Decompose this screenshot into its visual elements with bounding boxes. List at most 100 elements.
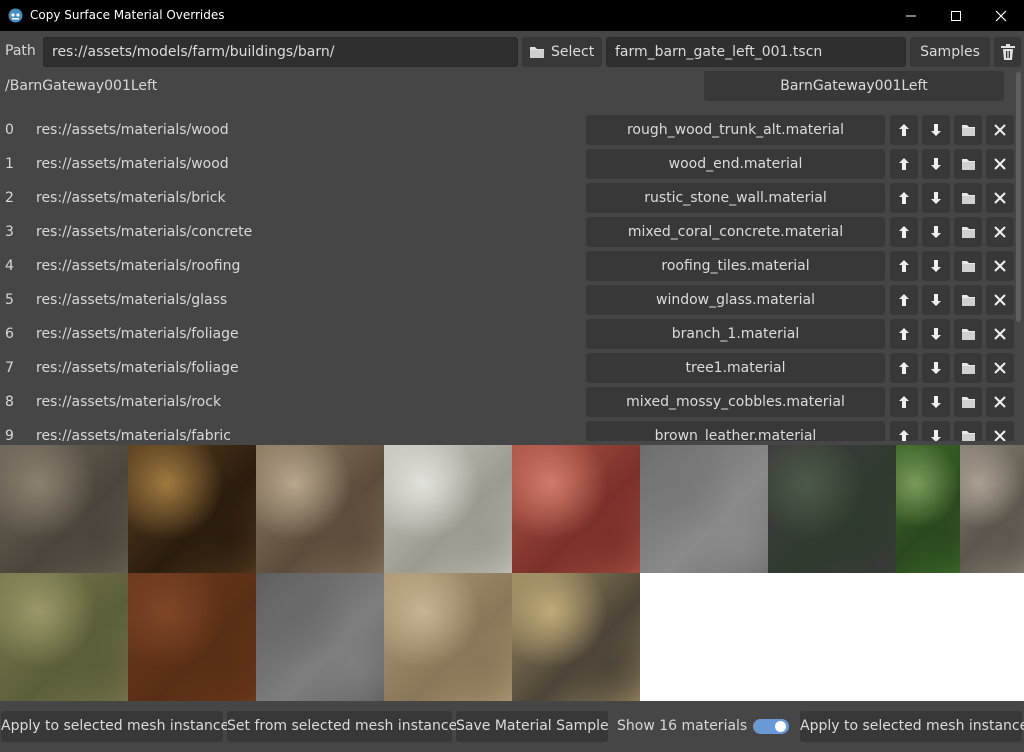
surface-index: 2 xyxy=(5,190,14,206)
apply-to-selected-mesh-button[interactable]: Apply to selected mesh instance xyxy=(1,711,229,742)
browse-material-button[interactable] xyxy=(954,183,982,213)
move-up-button[interactable] xyxy=(890,251,918,281)
mossy-ground-swatch[interactable] xyxy=(0,573,128,701)
node-path-label: /BarnGateway001Left xyxy=(5,78,158,94)
surface-index: 5 xyxy=(5,292,14,308)
yellow-brick-swatch[interactable] xyxy=(512,573,640,701)
material-row: 2 res://assets/materials/brick rustic_ston… xyxy=(0,181,1015,215)
clear-material-button[interactable] xyxy=(986,319,1014,349)
move-up-button[interactable] xyxy=(890,217,918,247)
select-button-label: Select xyxy=(551,44,595,60)
browse-material-button[interactable] xyxy=(954,149,982,179)
clear-material-button[interactable] xyxy=(986,183,1014,213)
material-row: 0 res://assets/materials/wood rough_wood_t… xyxy=(0,113,1015,147)
browse-material-button[interactable] xyxy=(954,387,982,417)
material-button[interactable]: window_glass.material xyxy=(586,285,885,315)
browse-material-button[interactable] xyxy=(954,115,982,145)
clear-material-button[interactable] xyxy=(986,217,1014,247)
material-folder-path: res://assets/materials/foliage xyxy=(36,326,239,342)
material-folder-path: res://assets/materials/wood xyxy=(36,156,229,172)
node-button[interactable]: BarnGateway001Left xyxy=(704,71,1004,101)
move-up-button[interactable] xyxy=(890,149,918,179)
clear-material-button[interactable] xyxy=(986,387,1014,417)
material-swatch-grid xyxy=(0,445,1024,701)
clear-material-button[interactable] xyxy=(986,115,1014,145)
move-up-button[interactable] xyxy=(890,115,918,145)
material-button[interactable]: wood_end.material xyxy=(586,149,885,179)
browse-material-button[interactable] xyxy=(954,251,982,281)
move-down-button[interactable] xyxy=(922,421,950,441)
material-folder-path: res://assets/materials/rock xyxy=(36,394,222,410)
stone-wall-swatch[interactable] xyxy=(256,445,384,573)
browse-material-button[interactable] xyxy=(954,353,982,383)
tree-foliage-swatch[interactable] xyxy=(896,445,960,573)
surface-index: 4 xyxy=(5,258,14,274)
clear-material-button[interactable] xyxy=(986,353,1014,383)
surface-index: 8 xyxy=(5,394,14,410)
material-row: 8 res://assets/materials/rock mixed_mossy_… xyxy=(0,385,1015,419)
move-up-button[interactable] xyxy=(890,387,918,417)
browse-material-button[interactable] xyxy=(954,285,982,315)
move-down-button[interactable] xyxy=(922,319,950,349)
close-window-button[interactable] xyxy=(978,0,1024,31)
material-button[interactable]: mixed_coral_concrete.material xyxy=(586,217,885,247)
move-down-button[interactable] xyxy=(922,149,950,179)
weathered-wood-swatch[interactable] xyxy=(0,445,128,573)
move-up-button[interactable] xyxy=(890,319,918,349)
move-down-button[interactable] xyxy=(922,115,950,145)
surface-index: 3 xyxy=(5,224,14,240)
surface-index: 7 xyxy=(5,360,14,376)
coral-concrete-swatch[interactable] xyxy=(384,445,512,573)
move-down-button[interactable] xyxy=(922,217,950,247)
trash-icon xyxy=(1001,44,1015,60)
show-materials-toggle[interactable] xyxy=(753,719,789,734)
clear-material-button[interactable] xyxy=(986,149,1014,179)
move-down-button[interactable] xyxy=(922,353,950,383)
move-up-button[interactable] xyxy=(890,353,918,383)
minimize-button[interactable] xyxy=(888,0,934,31)
roof-tiles-swatch[interactable] xyxy=(512,445,640,573)
brown-leather-swatch[interactable] xyxy=(128,573,256,701)
material-button[interactable]: brown_leather.material xyxy=(586,421,885,441)
wood-end-swatch[interactable] xyxy=(128,445,256,573)
clear-material-button[interactable] xyxy=(986,421,1014,441)
browse-material-button[interactable] xyxy=(954,319,982,349)
move-up-button[interactable] xyxy=(890,421,918,441)
move-down-button[interactable] xyxy=(922,251,950,281)
material-button[interactable]: tree1.material xyxy=(586,353,885,383)
clear-material-button[interactable] xyxy=(986,251,1014,281)
save-material-sample-button[interactable]: Save Material Sample xyxy=(456,711,609,742)
maximize-button[interactable] xyxy=(933,0,979,31)
move-down-button[interactable] xyxy=(922,285,950,315)
set-from-selected-mesh-button[interactable]: Set from selected mesh instance xyxy=(227,711,457,742)
move-down-button[interactable] xyxy=(922,387,950,417)
branch-swatch[interactable] xyxy=(768,445,896,573)
apply-to-selected-mesh-button-right[interactable]: Apply to selected mesh instance xyxy=(800,711,1024,742)
material-button[interactable]: rustic_stone_wall.material xyxy=(586,183,885,213)
path-label: Path xyxy=(5,43,36,59)
scene-file-input[interactable]: farm_barn_gate_left_001.tscn xyxy=(606,37,906,67)
material-row: 7 res://assets/materials/foliage tree1.mat… xyxy=(0,351,1015,385)
material-row: 5 res://assets/materials/glass window_glas… xyxy=(0,283,1015,317)
select-button[interactable]: Select xyxy=(522,37,602,67)
bark-swatch[interactable] xyxy=(960,445,1024,573)
material-button[interactable]: roofing_tiles.material xyxy=(586,251,885,281)
move-down-button[interactable] xyxy=(922,183,950,213)
samples-button[interactable]: Samples xyxy=(910,37,990,67)
material-button[interactable]: branch_1.material xyxy=(586,319,885,349)
material-button[interactable]: rough_wood_trunk_alt.material xyxy=(586,115,885,145)
grey-gradient-swatch[interactable] xyxy=(256,573,384,701)
folder-icon xyxy=(530,47,544,58)
clear-material-button[interactable] xyxy=(986,285,1014,315)
sandstone-brick-swatch[interactable] xyxy=(384,573,512,701)
material-row: 6 res://assets/materials/foliage branch_1.… xyxy=(0,317,1015,351)
list-scrollbar[interactable] xyxy=(1016,72,1021,322)
material-button[interactable]: mixed_mossy_cobbles.material xyxy=(586,387,885,417)
delete-button[interactable] xyxy=(994,37,1021,67)
move-up-button[interactable] xyxy=(890,285,918,315)
browse-material-button[interactable] xyxy=(954,217,982,247)
browse-material-button[interactable] xyxy=(954,421,982,441)
move-up-button[interactable] xyxy=(890,183,918,213)
window-glass-swatch[interactable] xyxy=(640,445,768,573)
path-input[interactable]: res://assets/models/farm/buildings/barn/ xyxy=(43,37,518,67)
